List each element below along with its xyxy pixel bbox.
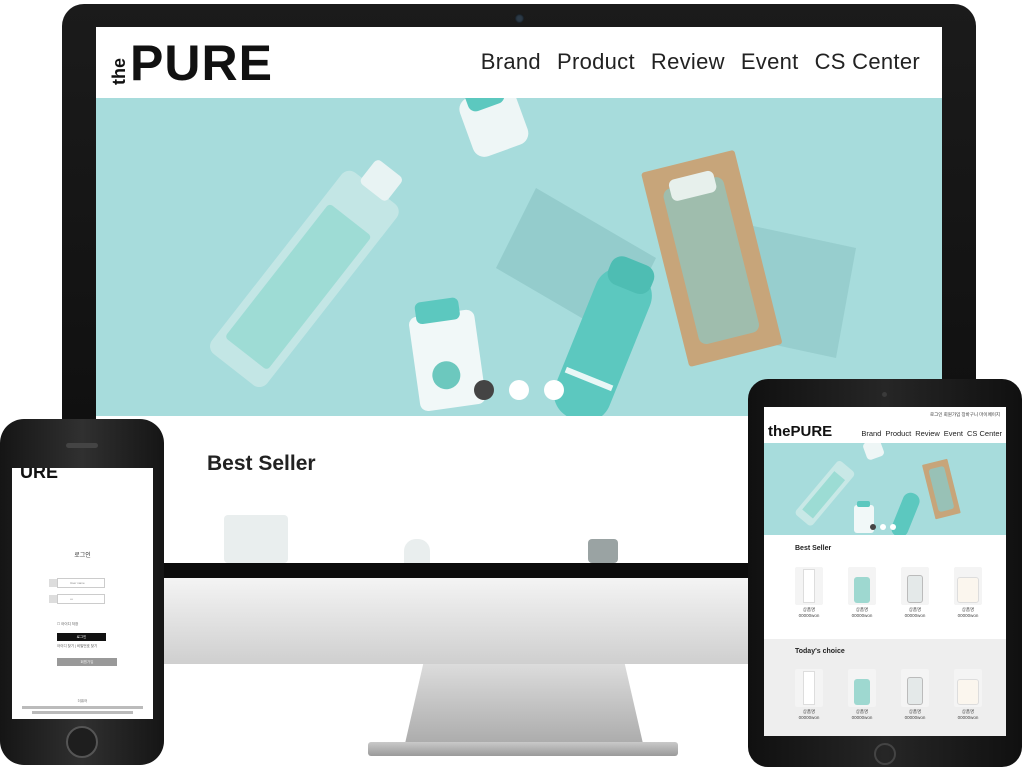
utility-links[interactable]: 로그인 회원가입 장바구니 마이페이지 (930, 412, 1000, 418)
product-card[interactable]: 상품명 00000won (895, 567, 935, 618)
product-image (848, 669, 876, 707)
monitor-stand (404, 664, 644, 748)
phone-screen: URE 로그인 User name ••• ☐ 아이디 저장 로그인 아이디 찾… (12, 468, 153, 719)
product-thumb[interactable] (404, 539, 430, 563)
nav-product[interactable]: Product (885, 429, 911, 438)
logo-pure: PURE (130, 35, 273, 91)
remember-label: 아이디 저장 (61, 622, 79, 626)
nav-cs-center[interactable]: CS Center (815, 49, 920, 75)
slider-dot-3[interactable] (544, 380, 564, 400)
product-card[interactable]: 상품명 00000won (789, 567, 829, 618)
monitor-base (368, 742, 678, 756)
product-image (795, 669, 823, 707)
slider-dot-1[interactable] (474, 380, 494, 400)
product-image (954, 669, 982, 707)
remember-checkbox[interactable]: ☐ 아이디 저장 (57, 622, 78, 627)
slider-dot-2[interactable] (880, 524, 886, 530)
nav-event[interactable]: Event (741, 49, 799, 75)
monitor-chin (164, 578, 748, 664)
slider-dot-3[interactable] (890, 524, 896, 530)
logo-the: the (109, 58, 129, 85)
nav-cs-center[interactable]: CS Center (967, 429, 1002, 438)
login-button[interactable]: 로그인 (57, 633, 106, 641)
product-image (954, 567, 982, 605)
hero-product-image (764, 443, 1006, 535)
footer-line (22, 706, 143, 709)
product-image (901, 669, 929, 707)
product-price: 00000won (904, 613, 926, 618)
product-image (848, 567, 876, 605)
join-button[interactable]: 회원가입 (57, 658, 117, 666)
tablet-hero-banner (764, 443, 1006, 535)
speaker-icon (66, 443, 98, 448)
nav-brand[interactable]: Brand (481, 49, 541, 75)
hero-product-image (96, 98, 942, 416)
hero-slider-dots (870, 524, 896, 530)
product-price: 00000won (957, 613, 979, 618)
main-nav: Brand Product Review Event CS Center (481, 49, 920, 75)
nav-event[interactable]: Event (944, 429, 963, 438)
password-input[interactable]: ••• (49, 594, 105, 604)
best-seller-title: Best Seller (207, 452, 316, 475)
tablet-logo[interactable]: thePURE (768, 423, 832, 440)
home-button[interactable] (66, 726, 98, 758)
product-card[interactable]: 상품명 00000won (948, 567, 988, 618)
camera-icon (515, 14, 524, 23)
product-price: 00000won (798, 613, 820, 618)
product-price: 00000won (851, 613, 873, 618)
site-header: the PURE Brand Product Review Event CS C… (96, 27, 942, 98)
product-card[interactable]: 상품명 00000won (895, 669, 935, 720)
username-input[interactable]: User name (49, 578, 105, 588)
device-mockup-stage: the PURE Brand Product Review Event CS C… (0, 0, 1024, 768)
hero-slider-dots (474, 380, 564, 400)
hero-banner (96, 98, 942, 416)
find-links[interactable]: 아이디 찾기 | 비밀번호 찾기 (57, 644, 117, 649)
nav-brand[interactable]: Brand (861, 429, 881, 438)
phone-logo: URE (20, 468, 59, 482)
slider-dot-1[interactable] (870, 524, 876, 530)
camera-icon (882, 392, 887, 397)
product-price: 00000won (957, 715, 979, 720)
product-card[interactable]: 상품명 00000won (842, 669, 882, 720)
tablet-nav: Brand Product Review Event CS Center (861, 429, 1002, 438)
product-price: 00000won (904, 715, 926, 720)
slider-dot-2[interactable] (509, 380, 529, 400)
product-card[interactable]: 상품명 00000won (842, 567, 882, 618)
site-logo[interactable]: the PURE (109, 35, 273, 91)
home-button[interactable] (874, 743, 896, 765)
product-image (901, 567, 929, 605)
nav-review[interactable]: Review (651, 49, 725, 75)
todays-choice-title: Today's choice (795, 648, 845, 655)
product-thumb[interactable] (588, 539, 618, 563)
product-card[interactable]: 상품명 00000won (789, 669, 829, 720)
product-price: 00000won (798, 715, 820, 720)
footer-line (32, 711, 133, 714)
product-price: 00000won (851, 715, 873, 720)
product-image (795, 567, 823, 605)
tablet-screen: 로그인 회원가입 장바구니 마이페이지 thePURE Brand Produc… (764, 407, 1006, 736)
best-seller-title: Best Seller (795, 545, 832, 552)
login-title: 로그인 (74, 553, 91, 559)
nav-review[interactable]: Review (915, 429, 940, 438)
phone-footer: 더퓨어 (77, 699, 88, 703)
product-thumb[interactable] (224, 515, 288, 563)
product-card[interactable]: 상품명 00000won (948, 669, 988, 720)
nav-product[interactable]: Product (557, 49, 635, 75)
